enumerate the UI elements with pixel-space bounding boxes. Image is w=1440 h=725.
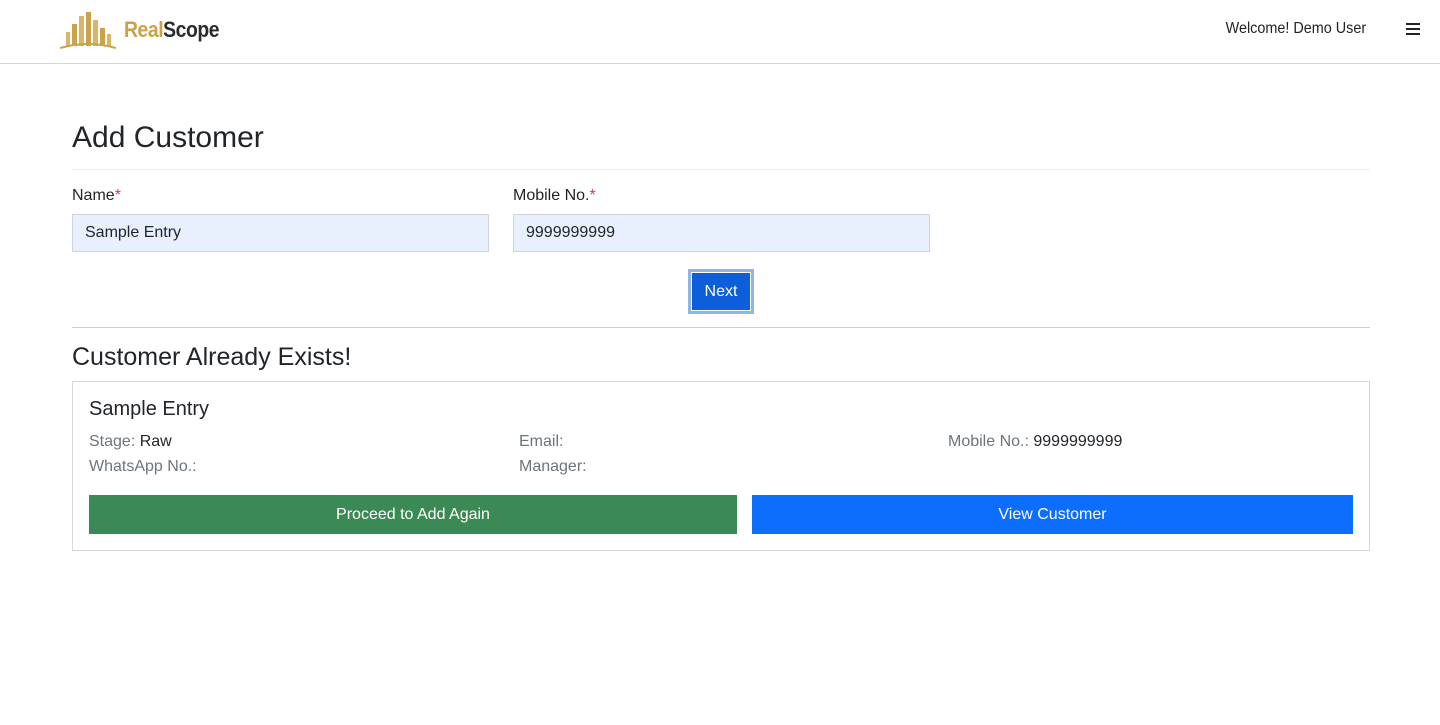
- required-marker: *: [589, 187, 596, 204]
- name-label-text: Name: [72, 187, 115, 204]
- customer-exists-title: Customer Already Exists!: [72, 343, 352, 371]
- manager-info: Manager:: [519, 458, 587, 476]
- city-buildings-logo-icon: [60, 12, 116, 49]
- brand-logo[interactable]: RealScope: [60, 10, 232, 50]
- mobile-label-text: Mobile No.: [513, 187, 590, 204]
- menu-bar: [1406, 28, 1420, 30]
- manager-label: Manager:: [519, 458, 587, 475]
- name-input[interactable]: [72, 214, 489, 252]
- proceed-add-again-button[interactable]: Proceed to Add Again: [89, 495, 737, 534]
- brand-name-part2: Scope: [163, 17, 220, 42]
- name-label: Name*: [72, 187, 121, 205]
- stage-info: Stage: Raw: [89, 433, 172, 451]
- whatsapp-label: WhatsApp No.:: [89, 458, 197, 475]
- menu-bar: [1406, 23, 1420, 25]
- customer-name: Sample Entry: [89, 398, 210, 420]
- title-divider: [72, 169, 1370, 170]
- menu-bar: [1406, 33, 1420, 35]
- top-navbar: RealScope Welcome! Demo User: [0, 0, 1440, 64]
- next-button[interactable]: Next: [688, 269, 754, 314]
- mobile-info-label: Mobile No.:: [948, 433, 1029, 450]
- email-info: Email:: [519, 433, 563, 451]
- stage-value: Raw: [139, 433, 172, 450]
- hamburger-menu-icon[interactable]: [1406, 20, 1422, 40]
- mobile-input[interactable]: [513, 214, 930, 252]
- mobile-info: Mobile No.: 9999999999: [948, 433, 1122, 451]
- brand-name-part1: Real: [124, 17, 164, 42]
- page-title: Add Customer: [72, 121, 264, 154]
- required-marker: *: [114, 187, 121, 204]
- brand-name: RealScope: [124, 17, 219, 43]
- whatsapp-info: WhatsApp No.:: [89, 458, 197, 476]
- view-customer-button[interactable]: View Customer: [752, 495, 1353, 534]
- welcome-text: Welcome! Demo User: [1225, 20, 1366, 37]
- section-divider: [72, 327, 1370, 328]
- email-label: Email:: [519, 433, 564, 450]
- mobile-label: Mobile No.*: [513, 187, 596, 205]
- existing-customer-card: Sample Entry Stage: Raw WhatsApp No.: Em…: [72, 381, 1370, 551]
- mobile-info-value: 9999999999: [1033, 433, 1123, 450]
- stage-label: Stage:: [89, 433, 136, 450]
